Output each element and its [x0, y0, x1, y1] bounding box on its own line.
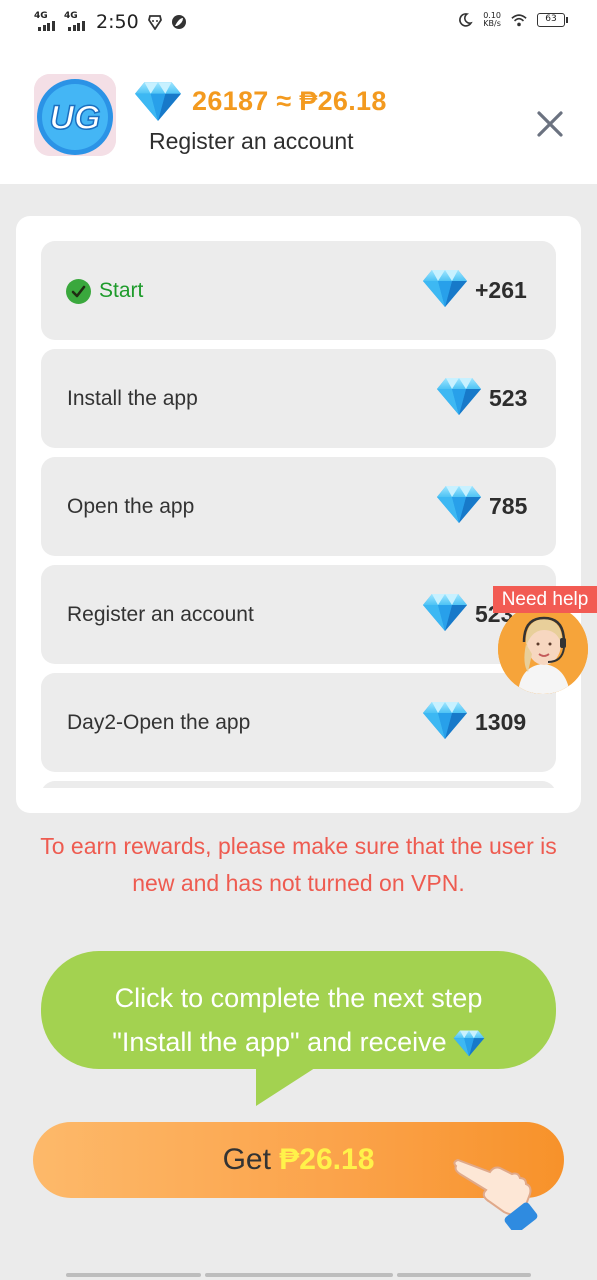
- get-label: Get: [222, 1143, 280, 1176]
- wifi-icon: [511, 14, 527, 27]
- prompt-tail: [256, 1066, 318, 1106]
- status-left: 4G 4G 2:50: [34, 11, 187, 33]
- step-reward: 523: [489, 385, 528, 411]
- step-label: Start: [99, 279, 144, 302]
- network-type-label: 4G: [34, 11, 48, 21]
- status-bar: 4G 4G 2:50 0.10 KB/s 63: [0, 0, 597, 46]
- reward-amount: 26187 ≈ ₱26.18: [192, 85, 387, 116]
- diamond-icon: [422, 592, 468, 632]
- step-reward: 785: [489, 493, 528, 519]
- diamond-icon: [422, 700, 468, 740]
- step-label: Install the app: [67, 387, 198, 410]
- step-start: Start +261: [41, 241, 556, 340]
- support-agent-avatar: [498, 604, 588, 694]
- network-type-label: 4G: [64, 11, 78, 21]
- diamond-icon: [453, 1029, 485, 1057]
- step-register-account: Register an account 523: [41, 565, 556, 664]
- leaf-app-icon: [171, 15, 186, 29]
- signal-icon: 4G: [34, 11, 56, 31]
- prompt-line-2: "Install the app" and receive: [41, 1020, 556, 1064]
- net-speed-unit: KB/s: [483, 19, 501, 28]
- step-reward: +261: [475, 277, 527, 303]
- prompt-line-2-text: "Install the app" and receive: [112, 1027, 447, 1057]
- step-open-app: Open the app 785: [41, 457, 556, 556]
- net-speed: 0.10 KB/s: [483, 12, 501, 28]
- next-step-prompt: Click to complete the next step "Install…: [41, 951, 556, 1069]
- need-help-label: Need help: [493, 586, 597, 613]
- battery-icon: 63: [537, 13, 568, 27]
- nav-handle[interactable]: [397, 1273, 531, 1277]
- brave-lion-icon: [147, 15, 162, 30]
- step-label: Day2-Open the app: [67, 711, 251, 734]
- vpn-notice: To earn rewards, please make sure that t…: [40, 833, 557, 896]
- diamond-icon: [422, 268, 468, 308]
- need-help-button[interactable]: Need help: [493, 586, 597, 696]
- diamond-icon: [436, 376, 482, 416]
- step-label: Register an account: [67, 603, 254, 626]
- reward-line: 26187 ≈ ₱26.18: [134, 80, 387, 122]
- step-next-partial: [41, 781, 556, 788]
- clock: 2:50: [96, 11, 139, 33]
- step-day2-open-app: Day2-Open the app 1309: [41, 673, 556, 772]
- status-right: 0.10 KB/s 63: [457, 12, 568, 28]
- task-title: Register an account: [149, 128, 354, 154]
- pointing-hand-icon: [453, 1158, 538, 1230]
- diamond-icon: [134, 80, 182, 122]
- moon-icon: [459, 13, 473, 27]
- steps-list[interactable]: Start +261 Install the app 523 Open the …: [41, 241, 556, 788]
- diamond-icon: [436, 484, 482, 524]
- step-label: Open the app: [67, 495, 195, 518]
- close-icon: [537, 111, 563, 137]
- system-nav-bar: [0, 1266, 597, 1280]
- nav-handle[interactable]: [66, 1273, 201, 1277]
- steps-card: Start +261 Install the app 523 Open the …: [16, 216, 581, 813]
- prompt-line-1: Click to complete the next step: [114, 983, 483, 1013]
- app-logo: UG: [34, 74, 116, 156]
- signal-icon: 4G: [64, 11, 86, 31]
- nav-handle[interactable]: [205, 1273, 393, 1277]
- task-header: UG 26187 ≈ ₱26.18 Register an account: [0, 46, 597, 184]
- check-icon: [66, 279, 91, 304]
- get-amount: ₱26.18: [279, 1143, 375, 1176]
- close-button[interactable]: [530, 104, 570, 144]
- svg-text:UG: UG: [50, 99, 101, 137]
- step-install-app: Install the app 523: [41, 349, 556, 448]
